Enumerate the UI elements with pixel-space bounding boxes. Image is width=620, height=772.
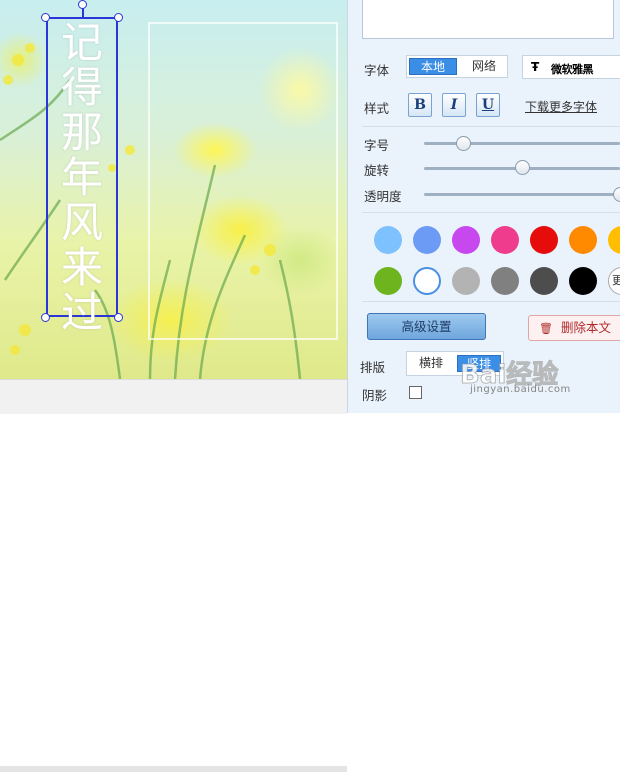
text-char: 风 [48,200,116,245]
layout-label: 排版 [360,357,385,376]
photo-canvas[interactable]: 记 得 那 年 风 来 过 [0,0,347,379]
opacity-slider-track[interactable] [424,193,620,196]
style-label: 样式 [364,98,389,117]
tab-online-fonts[interactable]: 网络 [461,58,507,75]
color-swatch[interactable] [491,267,519,295]
bold-button[interactable]: B [408,93,432,117]
color-swatch[interactable] [374,226,402,254]
divider [362,301,620,302]
rotate-handle[interactable] [78,0,87,9]
size-label: 字号 [364,135,389,154]
font-type-icon: Ŧ [531,60,539,74]
opacity-slider-thumb[interactable] [613,187,620,202]
photo-inner-frame [148,22,338,340]
color-swatch-grid: 更 [362,218,620,298]
divider [362,126,620,127]
opacity-label: 透明度 [364,186,402,205]
color-swatch[interactable] [608,226,620,254]
horizontal-scrollbar[interactable] [0,766,347,772]
text-char: 过 [48,290,116,335]
text-char: 那 [48,110,116,155]
shadow-label: 阴影 [362,385,387,404]
divider [362,212,620,213]
watermark-site: jingyan.baidu.com [470,384,571,395]
color-swatch[interactable] [413,226,441,254]
advanced-settings-button[interactable]: 高级设置 [367,313,486,340]
font-source-tabs: 本地 网络 [406,55,508,78]
download-more-fonts-link[interactable]: 下载更多字体 [525,98,597,115]
text-char: 记 [48,20,116,65]
more-colors-button[interactable]: 更 [608,267,620,295]
rotate-label: 旋转 [364,160,389,179]
font-label: 字体 [364,60,389,79]
color-swatch[interactable] [569,226,597,254]
rotate-slider-thumb[interactable] [515,160,530,175]
color-swatch[interactable] [413,267,441,295]
canvas-bottom-bar [0,379,347,414]
size-slider-track[interactable] [424,142,620,145]
shadow-checkbox[interactable] [409,386,422,399]
color-swatch[interactable] [374,267,402,295]
font-family-select[interactable]: Ŧ 微软雅黑 [522,55,620,79]
color-swatch[interactable] [452,226,480,254]
color-swatch[interactable] [530,226,558,254]
text-char: 来 [48,245,116,290]
font-select-value: 微软雅黑 [551,61,593,77]
text-char: 得 [48,65,116,110]
tab-horizontal-layout[interactable]: 横排 [410,355,452,372]
text-input[interactable] [362,0,614,39]
color-swatch[interactable] [491,226,519,254]
delete-button-label: 删除本文 [561,320,611,335]
color-swatch[interactable] [530,267,558,295]
baidu-jingyan-watermark: Bai经验 jingyan.baidu.com [460,346,610,391]
text-char: 年 [48,155,116,200]
vertical-text-content[interactable]: 记 得 那 年 风 来 过 [48,20,116,335]
underline-button[interactable]: U [476,93,500,117]
italic-button[interactable]: I [442,93,466,117]
trash-icon: 🗑 [539,322,553,335]
tab-local-fonts[interactable]: 本地 [409,58,457,75]
color-swatch[interactable] [569,267,597,295]
delete-text-button[interactable]: 🗑 删除本文 [528,315,620,341]
size-slider-thumb[interactable] [456,136,471,151]
color-swatch[interactable] [452,267,480,295]
